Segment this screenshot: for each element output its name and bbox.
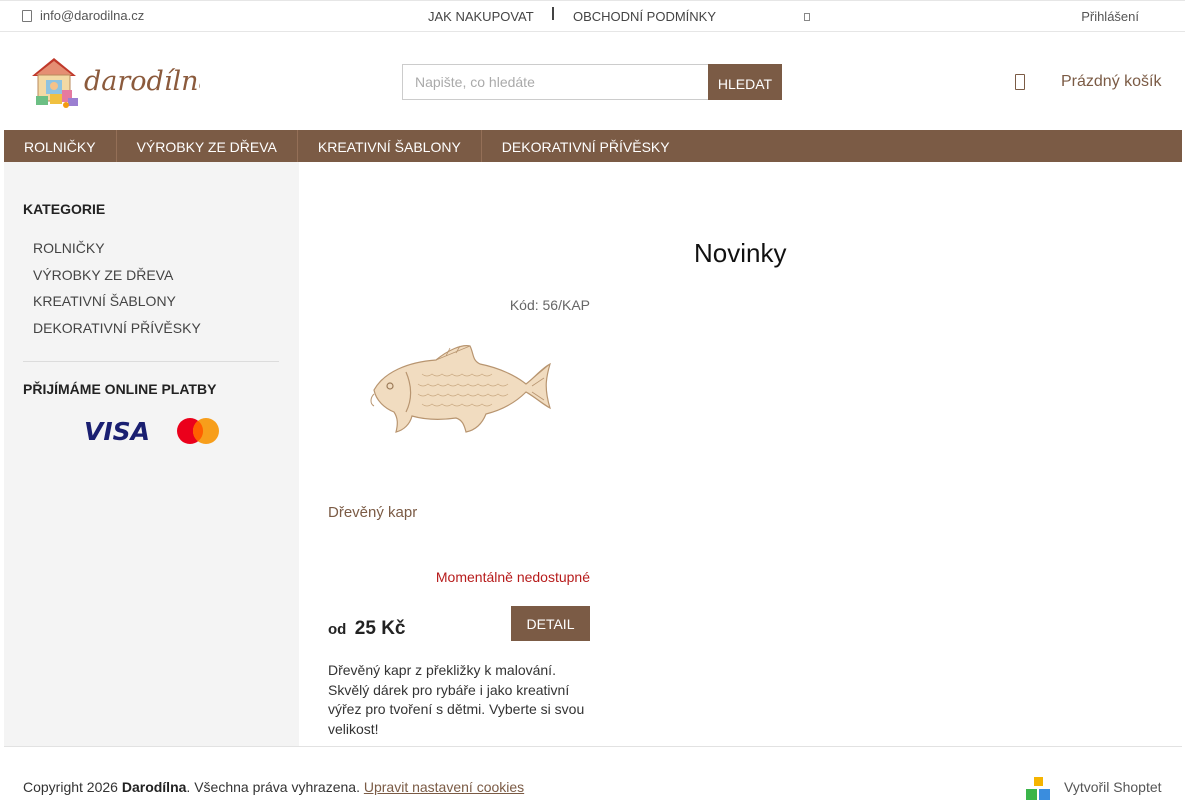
search-input[interactable] [402,64,708,100]
product-price: od 25 Kč [328,618,405,640]
mastercard-logo [177,418,219,444]
payments-heading: PŘIJÍMÁME ONLINE PLATBY [23,381,217,397]
availability-status: Momentálně nedostupné [435,569,590,585]
search-button[interactable]: HLEDAT [708,64,782,100]
svg-text:VISA: VISA [84,418,150,444]
copyright-brand: Darodílna [121,779,187,795]
link-terms[interactable]: OBCHODNÍ PODMÍNKY [573,9,716,24]
top-bar: info@darodilna.cz JAK NAKUPOVAT OBCHODNÍ… [0,0,1185,32]
top-separator [552,7,554,20]
sidebar-item-dekorativni-privesky[interactable]: DEKORATIVNÍ PŘÍVĚSKY [33,320,201,347]
nav-item-kreativni-sablony[interactable]: KREATIVNÍ ŠABLONY [298,130,482,162]
search-form: HLEDAT [402,64,782,100]
category-list: ROLNIČKY VÝROBKY ZE DŘEVA KREATIVNÍ ŠABL… [33,240,201,346]
cart-link[interactable]: Prázdný košík [1061,73,1161,91]
copyright-text: Copyright 2026 Darodílna. Všechna práva … [23,779,524,795]
price-amount: 25 Kč [354,618,406,639]
product-code: Kód: 56/KAP [509,297,590,313]
page-title: Novinky [694,238,787,268]
site-logo[interactable]: darodílna [28,50,215,112]
phone-icon [22,9,32,22]
contact-email[interactable]: info@darodilna.cz [22,8,144,23]
categories-heading: KATEGORIE [23,201,106,217]
product-image-carp[interactable] [366,338,554,440]
link-how-to-buy[interactable]: JAK NAKUPOVAT [428,9,534,24]
svg-text:darodílna: darodílna [84,66,200,97]
visa-logo: VISA [84,418,150,444]
cookie-settings-link[interactable]: Upravit nastavení cookies [364,779,524,795]
copyright-prefix: Copyright 2026 [23,779,122,795]
sidebar-divider [23,361,279,362]
shoptet-link[interactable]: Vytvořil Shoptet [1064,779,1162,795]
more-icon[interactable] [804,13,810,21]
sidebar-item-kreativni-sablony[interactable]: KREATIVNÍ ŠABLONY [33,293,201,320]
copyright-rights: . Všechna práva vyhrazena. [186,779,364,795]
product-description: Dřevěný kapr z překližky k malování. Skv… [328,662,585,737]
login-link[interactable]: Přihlášení [1081,9,1139,24]
sidebar-item-rolnicky[interactable]: ROLNIČKY [33,240,201,267]
detail-button[interactable]: DETAIL [511,606,590,641]
nav-item-rolnicky[interactable]: ROLNIČKY [4,130,117,162]
footer-divider [4,746,1182,747]
main-navigation: ROLNIČKY VÝROBKY ZE DŘEVA KREATIVNÍ ŠABL… [4,130,1182,162]
nav-item-vyrobky-ze-dreva[interactable]: VÝROBKY ZE DŘEVA [117,130,298,162]
product-name-link[interactable]: Dřevěný kapr [328,504,417,521]
sidebar: KATEGORIE ROLNIČKY VÝROBKY ZE DŘEVA KREA… [4,162,299,746]
logo-graphic: darodílna [32,58,215,108]
price-prefix: od [328,621,347,638]
shoptet-icon[interactable] [1026,777,1050,800]
email-text: info@darodilna.cz [40,8,145,23]
cart-icon[interactable] [1015,74,1025,90]
nav-item-dekorativni-privesky[interactable]: DEKORATIVNÍ PŘÍVĚSKY [482,130,690,162]
sidebar-item-vyrobky-ze-dreva[interactable]: VÝROBKY ZE DŘEVA [33,267,201,294]
